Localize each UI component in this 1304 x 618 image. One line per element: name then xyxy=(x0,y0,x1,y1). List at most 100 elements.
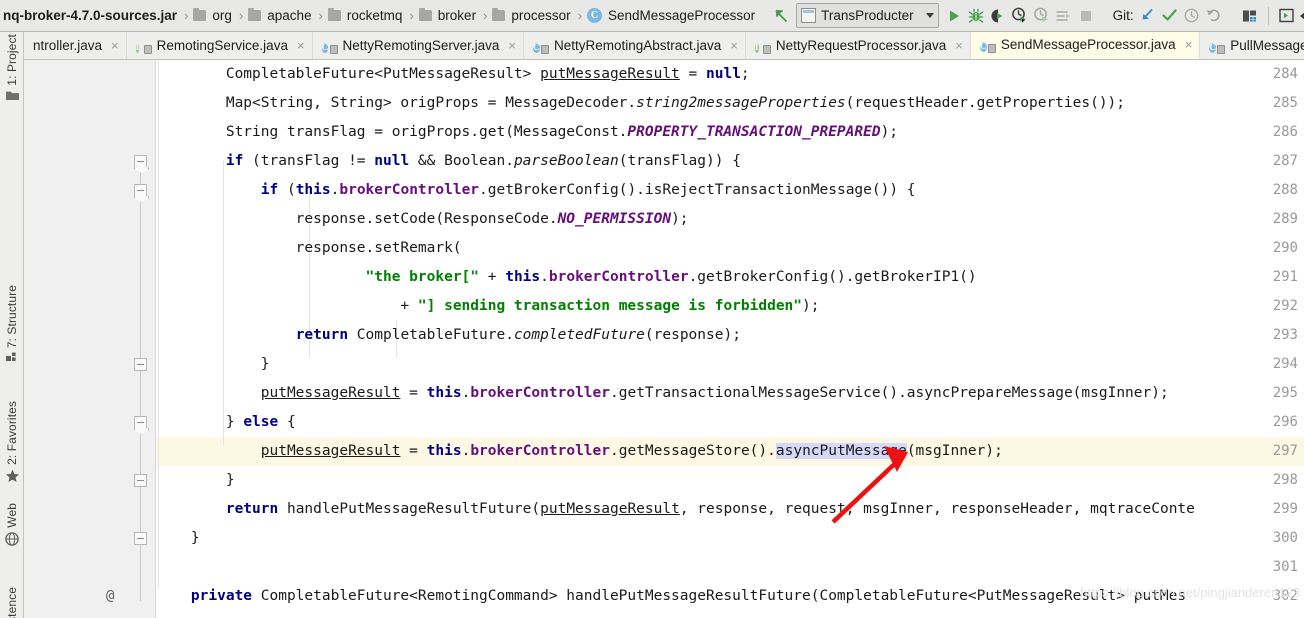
editor-tab-label: NettyRequestProcessor.java xyxy=(775,38,947,53)
code-line: if (this.brokerController.getBrokerConfi… xyxy=(260,182,916,198)
folder-icon xyxy=(248,8,262,21)
left-arrow-icon xyxy=(1300,12,1304,19)
editor-tab-netty-remoting-abstract[interactable]: C NettyRemotingAbstract.java × xyxy=(524,32,746,59)
debug-bug-icon xyxy=(968,8,983,23)
fold-marker[interactable] xyxy=(134,184,147,197)
run-with-coverage-button[interactable] xyxy=(987,5,1009,27)
breadcrumb-item-processor[interactable]: processor xyxy=(492,0,571,31)
git-rollback-button[interactable] xyxy=(1203,5,1225,27)
editor-tab-pull-message-processor[interactable]: C PullMessageProcessor.java × xyxy=(1200,32,1304,59)
code-editor[interactable]: 284 285 286 287 288 289 290 291 292 293 … xyxy=(24,60,1304,618)
run-button[interactable] xyxy=(943,5,965,27)
run-configuration-selector[interactable]: TransProducter xyxy=(796,3,939,28)
code-line: } xyxy=(156,356,270,372)
code-line: response.setCode(ResponseCode.NO_PERMISS… xyxy=(156,211,689,227)
close-icon[interactable]: × xyxy=(955,39,963,52)
editor-tab-remoting-service[interactable]: I RemotingService.java × xyxy=(127,32,313,59)
tool-window-favorites[interactable]: 2: Favorites xyxy=(0,401,23,483)
editor-gutter[interactable] xyxy=(24,60,130,618)
class-file-icon: C xyxy=(979,37,996,53)
breadcrumb-separator: › xyxy=(409,8,414,23)
editor-tab-label: PullMessageProcessor.java xyxy=(1230,38,1304,53)
close-icon[interactable]: × xyxy=(297,39,305,52)
fold-marker[interactable] xyxy=(134,416,147,429)
class-icon: C xyxy=(587,8,603,23)
search-everywhere-button[interactable] xyxy=(1239,5,1261,27)
top-toolbar: nq-broker-4.7.0-sources.jar › org › apac… xyxy=(0,0,1304,32)
override-annotation-marker[interactable]: @ xyxy=(106,582,114,611)
run-list-icon xyxy=(1056,10,1071,21)
update-project-arrow-icon xyxy=(1142,9,1153,20)
class-file-icon: C xyxy=(532,38,549,54)
terminal-box-icon xyxy=(1279,8,1294,23)
breadcrumb-separator: › xyxy=(483,8,488,23)
breadcrumb-separator: › xyxy=(577,8,583,23)
tool-window-label: rsistence xyxy=(5,587,19,618)
fold-marker[interactable] xyxy=(134,358,147,371)
toolbar-divider xyxy=(1267,6,1269,25)
breadcrumb-label: nq-broker-4.7.0-sources.jar xyxy=(3,8,178,23)
code-line: return CompletableFuture.completedFuture… xyxy=(295,327,741,343)
editor-tab-netty-remoting-server[interactable]: C NettyRemotingServer.java × xyxy=(313,32,524,59)
fold-marker[interactable] xyxy=(134,532,147,545)
right-controls-group xyxy=(1239,0,1304,31)
code-line: } xyxy=(156,530,200,546)
attach-profiler-button[interactable] xyxy=(1031,5,1053,27)
profile-button[interactable] xyxy=(1009,5,1031,27)
debug-button[interactable] xyxy=(965,5,987,27)
close-icon[interactable]: × xyxy=(1185,38,1193,51)
git-label: Git: xyxy=(1112,8,1134,23)
breadcrumb: nq-broker-4.7.0-sources.jar › org › apac… xyxy=(0,0,756,31)
tool-window-persistence[interactable]: rsistence xyxy=(0,587,23,618)
close-icon[interactable]: × xyxy=(111,39,119,52)
code-line: return handlePutMessageResultFuture(putM… xyxy=(225,501,1195,517)
run-dashboard-button[interactable] xyxy=(1053,5,1075,27)
editor-tab-send-message-processor[interactable]: C SendMessageProcessor.java × xyxy=(970,32,1201,59)
close-icon[interactable]: × xyxy=(730,39,738,52)
breadcrumb-label: broker xyxy=(437,8,477,23)
tool-window-structure[interactable]: 7: Structure xyxy=(0,285,23,363)
tool-window-label: 7: Structure xyxy=(5,285,19,349)
interface-file-icon: I xyxy=(754,38,771,54)
git-commit-button[interactable] xyxy=(1159,5,1181,27)
editor-tab-bar: ntroller.java × I RemotingService.java ×… xyxy=(0,32,1304,60)
editor-tab-label: SendMessageProcessor.java xyxy=(1000,37,1176,52)
fold-marker[interactable] xyxy=(134,474,147,487)
git-history-button[interactable] xyxy=(1181,5,1203,27)
code-line: } xyxy=(156,472,235,488)
code-text-area[interactable]: CompletableFuture<PutMessageResult> putM… xyxy=(156,60,1304,618)
stop-button[interactable] xyxy=(1075,5,1097,27)
breadcrumb-label: apache xyxy=(267,8,312,23)
back-button[interactable] xyxy=(1298,5,1304,27)
class-file-icon: C xyxy=(1209,38,1226,54)
editor-tab-netty-request-processor[interactable]: I NettyRequestProcessor.java × xyxy=(746,32,971,59)
tool-window-label: 1: Project xyxy=(5,34,19,86)
navigate-up-button[interactable] xyxy=(770,5,792,27)
breadcrumb-item-jar[interactable]: nq-broker-4.7.0-sources.jar xyxy=(2,0,178,31)
tool-window-project[interactable]: 1: Project xyxy=(0,34,23,101)
breadcrumb-separator: › xyxy=(318,8,323,23)
folder-icon xyxy=(327,8,341,21)
breadcrumb-item-org[interactable]: org xyxy=(193,0,233,31)
code-line: if (transFlag != null && Boolean.parseBo… xyxy=(225,153,741,169)
breadcrumb-item-broker[interactable]: broker xyxy=(418,0,477,31)
breadcrumb-label: org xyxy=(212,8,232,23)
editor-tab-controller[interactable]: ntroller.java × xyxy=(24,32,127,59)
tool-window-web[interactable]: Web xyxy=(0,503,23,546)
tool-window-label: Web xyxy=(5,503,19,528)
breadcrumb-item-apache[interactable]: apache xyxy=(248,0,312,31)
breadcrumb-item-class[interactable]: C SendMessageProcessor xyxy=(587,0,756,31)
select-in-button[interactable] xyxy=(1276,5,1298,27)
editor-tab-label: RemotingService.java xyxy=(156,38,288,53)
run-play-icon xyxy=(949,10,959,21)
code-line: putMessageResult = this.brokerController… xyxy=(260,385,1169,401)
editor-tab-label: NettyRemotingAbstract.java xyxy=(553,38,722,53)
git-controls-group: Git: xyxy=(1111,0,1225,31)
close-icon[interactable]: × xyxy=(508,39,516,52)
git-update-button[interactable] xyxy=(1137,5,1159,27)
selected-token[interactable]: asyncPutMessage xyxy=(775,443,907,459)
breadcrumb-item-rocketmq[interactable]: rocketmq xyxy=(327,0,404,31)
fold-marker[interactable] xyxy=(134,155,147,168)
folder-icon xyxy=(193,8,207,21)
